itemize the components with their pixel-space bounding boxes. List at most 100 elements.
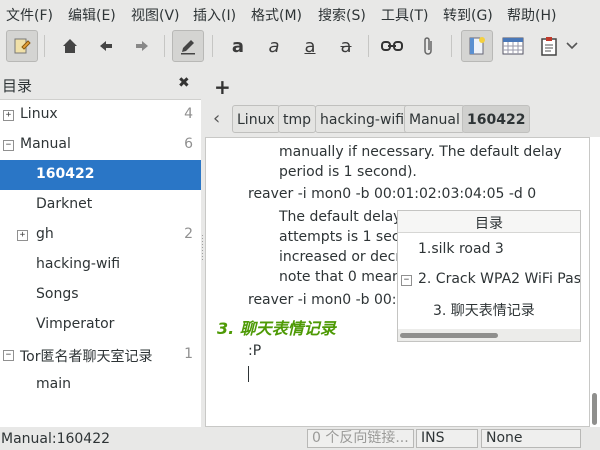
- tree-item-count: 2: [184, 226, 193, 242]
- statusbar: Manual:160422 0 个反向链接... INS None: [0, 427, 600, 450]
- tree-item-darknet[interactable]: Darknet: [0, 190, 201, 220]
- tree-item-tor[interactable]: − Tor匿名者聊天室记录 1: [0, 340, 201, 370]
- edit-notebook-button[interactable]: [6, 30, 38, 62]
- crumb-160422[interactable]: 160422: [462, 105, 531, 133]
- index-header: 目录 ✖: [0, 69, 201, 99]
- insert-mode-indicator: INS: [416, 429, 478, 448]
- back-button[interactable]: [90, 30, 122, 62]
- tree-item-manual[interactable]: − Manual 6: [0, 130, 201, 160]
- close-icon[interactable]: ✖: [178, 75, 190, 91]
- italic-button[interactable]: a: [258, 30, 290, 62]
- editor-scrollbar-thumb[interactable]: [592, 393, 597, 425]
- calendar-icon: [502, 37, 524, 55]
- bold-button[interactable]: a: [222, 30, 254, 62]
- index-pane: 目录 ✖ + Linux 4 − Manual 6 160422 Darknet…: [0, 69, 201, 428]
- index-tree: + Linux 4 − Manual 6 160422 Darknet + gh…: [0, 99, 201, 428]
- tree-item-label: main: [36, 376, 71, 392]
- tree-item-main[interactable]: main: [0, 370, 201, 400]
- edit-pencil-icon: [181, 40, 195, 55]
- underline-icon: a: [304, 35, 316, 57]
- collapse-icon[interactable]: −: [3, 140, 14, 151]
- menu-format[interactable]: 格式(M): [251, 5, 302, 25]
- bold-icon: a: [231, 35, 245, 57]
- tree-item-label: Linux: [20, 106, 58, 122]
- menubar: 文件(F) 编辑(E) 视图(V) 插入(I) 格式(M) 搜索(S) 工具(T…: [0, 0, 600, 27]
- style-indicator[interactable]: None: [481, 429, 581, 448]
- pane-splitter[interactable]: [201, 235, 204, 261]
- toc-item[interactable]: 2. Crack WPA2 WiFi Password: [418, 271, 580, 287]
- tree-item-count: 4: [184, 106, 193, 122]
- index-title: 目录: [2, 77, 33, 95]
- calendar-button[interactable]: [497, 30, 529, 62]
- crumb-hacking-wifi[interactable]: hacking-wifi: [315, 105, 410, 133]
- toolbar-overflow-button[interactable]: [560, 30, 584, 62]
- section-heading: 3. 聊天表情记录: [217, 319, 336, 338]
- tree-item-label: hacking-wifi: [36, 256, 121, 272]
- back-icon: [100, 41, 112, 51]
- expand-icon[interactable]: +: [3, 110, 14, 121]
- link-icon: [381, 41, 403, 51]
- toc-item[interactable]: 3. 聊天表情记录: [433, 300, 535, 320]
- text-line: :P: [248, 343, 262, 359]
- text-cursor: [248, 366, 249, 382]
- page-pane: + ‹ Linux tmp hacking-wifi Manual 160422…: [205, 69, 600, 427]
- tree-item-linux[interactable]: + Linux 4: [0, 100, 201, 130]
- toc-hscroll-thumb[interactable]: [400, 333, 498, 338]
- tree-item-vimperator[interactable]: Vimperator: [0, 310, 201, 340]
- command-line: reaver -i mon0 -b 00:01:02:03:04:05 -d 0: [248, 186, 537, 202]
- forward-icon: [136, 41, 148, 51]
- tree-item-count: 6: [184, 136, 193, 152]
- toc-hscroll-track[interactable]: [398, 329, 580, 341]
- menu-help[interactable]: 帮助(H): [507, 5, 556, 25]
- tree-item-160422[interactable]: 160422: [0, 160, 201, 190]
- italic-icon: a: [268, 35, 280, 57]
- tree-item-songs[interactable]: Songs: [0, 280, 201, 310]
- toc-icon: [469, 37, 485, 55]
- insert-link-button[interactable]: [376, 30, 408, 62]
- editor-scrollbar[interactable]: [590, 137, 600, 427]
- backlinks-button[interactable]: 0 个反向链接...: [307, 429, 414, 448]
- toc-panel: 目录 1.silk road 3 − 2. Crack WPA2 WiFi Pa…: [397, 210, 581, 342]
- attach-button[interactable]: [412, 30, 444, 62]
- crumb-manual[interactable]: Manual: [404, 105, 465, 133]
- toolbar: a a a a: [0, 27, 600, 69]
- underline-button[interactable]: a: [294, 30, 326, 62]
- page-editor[interactable]: manually if necessary. The default delay…: [205, 137, 590, 427]
- collapse-icon[interactable]: −: [3, 350, 14, 361]
- tree-item-hacking-wifi[interactable]: hacking-wifi: [0, 250, 201, 280]
- edit-notebook-icon: [14, 38, 31, 54]
- attachment-icon: [424, 37, 432, 55]
- crumb-linux[interactable]: Linux: [232, 105, 280, 133]
- toc-title: 目录: [398, 211, 580, 233]
- text-line: manually if necessary. The default delay: [279, 144, 562, 160]
- strikethrough-button[interactable]: a: [330, 30, 362, 62]
- tree-item-label: gh: [36, 226, 54, 242]
- menu-tools[interactable]: 工具(T): [381, 5, 428, 25]
- forward-button[interactable]: [126, 30, 158, 62]
- tree-item-label: Songs: [36, 286, 79, 302]
- expand-icon[interactable]: +: [17, 230, 28, 241]
- menu-view[interactable]: 视图(V): [131, 5, 180, 25]
- menu-insert[interactable]: 插入(I): [193, 5, 236, 25]
- tree-item-label: Darknet: [36, 196, 93, 212]
- toc-button[interactable]: [461, 30, 493, 62]
- toc-item[interactable]: 1.silk road 3: [418, 241, 504, 257]
- dropdown-chevron-icon: [566, 42, 578, 50]
- tree-item-label: 160422: [36, 166, 95, 182]
- home-icon: [63, 39, 77, 53]
- tree-item-count: 1: [184, 346, 193, 362]
- menu-file[interactable]: 文件(F): [6, 5, 53, 25]
- edit-mode-button[interactable]: [172, 30, 204, 62]
- home-button[interactable]: [54, 30, 86, 62]
- tree-item-gh[interactable]: + gh 2: [0, 220, 201, 250]
- menu-edit[interactable]: 编辑(E): [68, 5, 116, 25]
- tree-item-label: Manual: [20, 136, 71, 152]
- menu-search[interactable]: 搜索(S): [318, 5, 366, 25]
- status-page-name: Manual:160422: [1, 431, 111, 447]
- menu-goto[interactable]: 转到(G): [443, 5, 493, 25]
- collapse-icon[interactable]: −: [401, 275, 412, 286]
- crumb-tmp[interactable]: tmp: [278, 105, 317, 133]
- path-back-icon[interactable]: ‹: [213, 108, 220, 129]
- add-icon[interactable]: +: [214, 75, 231, 99]
- strikethrough-icon: a: [340, 35, 352, 57]
